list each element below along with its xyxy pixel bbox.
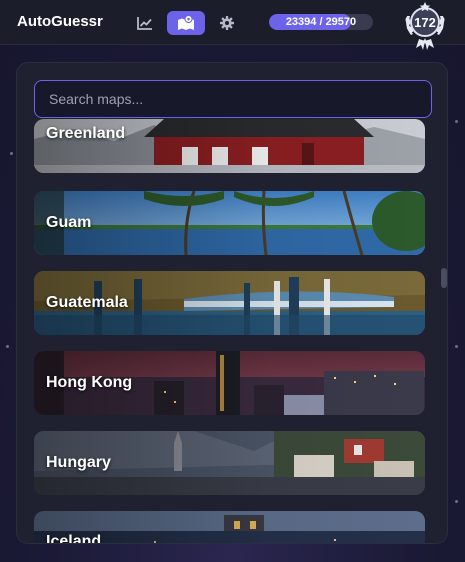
level-badge[interactable]: 172: [398, 0, 452, 54]
background-dot: [10, 152, 13, 155]
map-card-label: Iceland: [46, 533, 102, 544]
map-card-hong-kong[interactable]: Hong Kong: [34, 351, 425, 415]
xp-progress-bar: 23394 / 29570: [269, 14, 373, 30]
map-icon: [178, 15, 194, 30]
nav-settings-button[interactable]: [208, 11, 246, 35]
gear-icon: [220, 16, 234, 30]
background-dot: [455, 120, 458, 123]
chart-icon: [137, 17, 152, 30]
nav-stats-button[interactable]: [126, 11, 164, 35]
level-number: 172: [414, 15, 436, 30]
map-card-greenland[interactable]: Greenland: [34, 119, 425, 173]
map-card-label: Guatemala: [46, 294, 128, 311]
map-card-guatemala[interactable]: Guatemala: [34, 271, 425, 335]
card-shade: [34, 191, 425, 255]
background-dot: [6, 345, 9, 348]
map-card-label: Hong Kong: [46, 374, 133, 391]
maps-panel: Greenland Guam: [16, 62, 448, 544]
map-card-guam[interactable]: Guam: [34, 191, 425, 255]
nav-maps-button[interactable]: [167, 11, 205, 35]
map-card-label: Guam: [46, 214, 92, 231]
background-dot: [455, 345, 458, 348]
search-maps-input[interactable]: [34, 80, 432, 118]
scrollbar-thumb[interactable]: [441, 268, 447, 288]
app-title: AutoGuessr: [17, 13, 103, 30]
top-bar: AutoGuessr 23394 / 29570 172: [0, 0, 465, 50]
map-card-hungary[interactable]: Hungary: [34, 431, 425, 495]
xp-progress-text: 23394 / 29570: [285, 16, 357, 28]
map-card-label: Greenland: [46, 125, 126, 142]
map-card-label: Hungary: [46, 454, 111, 471]
background-dot: [455, 500, 458, 503]
map-card-iceland[interactable]: Iceland: [34, 511, 425, 544]
